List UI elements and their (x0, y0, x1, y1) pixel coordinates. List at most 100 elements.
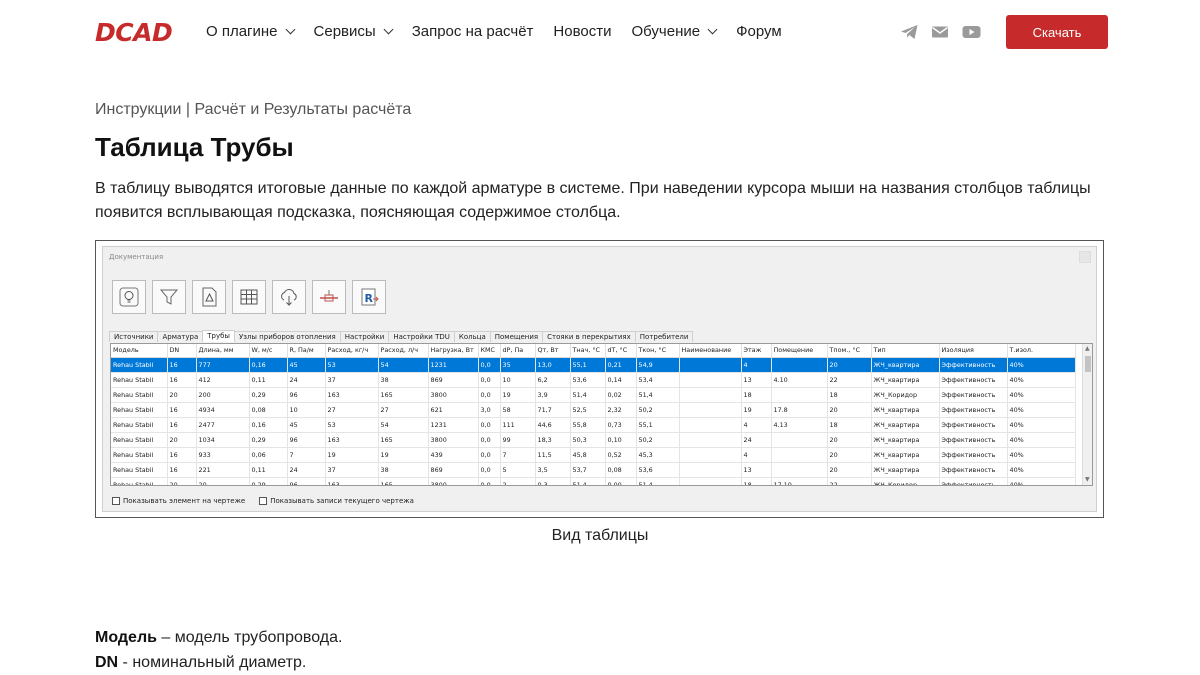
tab-item[interactable]: Арматура (157, 331, 204, 342)
table-cell: ЖЧ_квартира (871, 357, 940, 373)
column-header[interactable]: dP, Па (500, 344, 536, 358)
pipe-icon[interactable] (312, 280, 346, 314)
vertical-scrollbar[interactable]: ▲ ▼ (1082, 344, 1092, 485)
table-row[interactable]: Rehau Stabil 16 4934 0,08 10 27 27 621 3,0 58 71,7… (111, 402, 1076, 418)
tab-item[interactable]: Потребители (634, 331, 694, 342)
table-cell: 7 (287, 447, 326, 463)
cloud-download-icon[interactable] (272, 280, 306, 314)
tab-item[interactable]: Помещения (489, 331, 544, 342)
table-cell: 45,3 (636, 447, 680, 463)
column-header[interactable]: Наименование (679, 344, 742, 358)
column-header[interactable]: Tнач, °C (570, 344, 606, 358)
column-header[interactable]: Изоляция (939, 344, 1008, 358)
checkbox-box[interactable] (259, 497, 268, 505)
table-cell: 0,29 (249, 477, 288, 485)
table-cell: 0,0 (478, 432, 501, 448)
column-header[interactable]: W, м/с (249, 344, 288, 358)
table-icon[interactable] (232, 280, 266, 314)
close-icon[interactable] (1079, 251, 1091, 263)
column-header[interactable]: DN (167, 344, 197, 358)
table-row[interactable]: Rehau Stabil 16 2477 0,16 45 53 54 1231 0,0 111 44… (111, 417, 1076, 433)
breadcrumb[interactable]: Инструкции | Расчёт и Результаты расчёта (95, 101, 411, 119)
download-button[interactable]: Скачать (1006, 15, 1108, 49)
nav-item-calc-request[interactable]: Запрос на расчёт (412, 23, 534, 40)
table-cell (679, 357, 742, 373)
telegram-icon[interactable] (900, 24, 919, 40)
scroll-up-icon[interactable]: ▲ (1085, 346, 1090, 352)
scroll-down-icon[interactable]: ▼ (1085, 477, 1090, 483)
table-cell: 439 (428, 447, 479, 463)
column-header[interactable]: Тип (871, 344, 940, 358)
column-header[interactable]: Tкон, °C (636, 344, 680, 358)
table-cell: 53 (325, 357, 379, 373)
tab-item[interactable]: Узлы приборов отопления (233, 331, 341, 342)
column-header[interactable]: Помещение (771, 344, 828, 358)
chevron-down-icon (707, 24, 718, 35)
column-header[interactable]: Длина, мм (196, 344, 250, 358)
nav-item-about[interactable]: О плагине (206, 23, 295, 40)
table-cell (679, 372, 742, 388)
table-cell: 16 (167, 372, 197, 388)
table-cell: ЖЧ_Коридор (871, 387, 940, 403)
nav-item-services[interactable]: Сервисы (314, 23, 394, 40)
funnel-icon[interactable] (152, 280, 186, 314)
column-header[interactable]: R, Па/м (287, 344, 326, 358)
tab-item[interactable]: Кольца (453, 331, 491, 342)
nav-item-label: Запрос на расчёт (411, 23, 534, 40)
show-current-drawing-checkbox[interactable]: Показывать записи текущего чертежа (259, 497, 414, 505)
table-cell: 53,4 (636, 372, 680, 388)
table-cell: 0,08 (249, 402, 288, 418)
table-cell: 53 (325, 417, 379, 433)
table-cell: 13,0 (535, 357, 571, 373)
table-cell: 52,5 (570, 402, 606, 418)
show-element-checkbox[interactable]: Показывать элемент на чертеже (112, 497, 245, 505)
nav-item-forum[interactable]: Форум (736, 23, 782, 40)
table-cell (771, 432, 828, 448)
column-header[interactable]: Расход, кг/ч (325, 344, 379, 358)
table-cell: Эффективность (939, 387, 1008, 403)
nav-item-learning[interactable]: Обучение (631, 23, 718, 40)
mail-icon[interactable] (931, 24, 950, 40)
table-row[interactable]: Rehau Stabil 16 933 0,06 7 19 19 439 0,0 7 11,5 45,… (111, 447, 1076, 463)
definition-separator: – (156, 629, 175, 646)
nav-item-news[interactable]: Новости (553, 23, 611, 40)
youtube-icon[interactable] (962, 24, 981, 40)
table-row[interactable]: Rehau Stabil 20 1034 0,29 96 163 165 3800 0,0 99 1… (111, 432, 1076, 448)
table-row[interactable]: Rehau Stabil 20 200 0,29 96 163 165 3800 0,0 19 3,… (111, 387, 1076, 403)
table-cell: 5 (500, 462, 536, 478)
main-nav: О плагине Сервисы Запрос на расчёт Новос… (206, 23, 802, 40)
warning-doc-icon[interactable] (192, 280, 226, 314)
table-row[interactable]: Rehau Stabil 16 221 0,11 24 37 38 869 0,0 5 3,5 53,… (111, 462, 1076, 478)
table-cell: 0,00 (605, 477, 637, 485)
column-header[interactable]: dT, °C (605, 344, 637, 358)
column-header[interactable]: КМС (478, 344, 501, 358)
tab-item[interactable]: Настройки (339, 331, 390, 342)
tab-item[interactable]: Трубы (202, 330, 235, 342)
column-header[interactable]: Модель (111, 344, 168, 358)
table-cell: 18 (741, 387, 772, 403)
tab-item[interactable]: Настройки TDU (388, 331, 455, 342)
table-cell: 0,3 (535, 477, 571, 485)
table-row[interactable]: Rehau Stabil 16 412 0,11 24 37 38 869 0,0 10 6,2 53… (111, 372, 1076, 388)
table-row[interactable]: Rehau Stabil 16 777 0,16 45 53 54 1231 0,0 35 13,0… (111, 357, 1076, 373)
table-cell: 0,0 (478, 372, 501, 388)
revit-export-icon[interactable]: R (352, 280, 386, 314)
lightbulb-icon[interactable] (112, 280, 146, 314)
column-header[interactable]: Tпом., °C (827, 344, 872, 358)
tab-item[interactable]: Источники (109, 331, 159, 342)
dcad-logo[interactable]: DCAD (95, 18, 173, 47)
table-cell: 2477 (196, 417, 250, 433)
table-cell: 37 (325, 372, 379, 388)
column-header[interactable]: Qт, Вт (535, 344, 571, 358)
documentation-window: Документация R Источники Арматура Трубы … (102, 246, 1097, 512)
scroll-thumb[interactable] (1085, 356, 1091, 372)
checkbox-box[interactable] (112, 497, 120, 505)
table-cell: 4934 (196, 402, 250, 418)
column-header[interactable]: Расход, л/ч (378, 344, 429, 358)
table-row[interactable]: Rehau Stabil 20 20 0,29 96 163 165 3800 0,0 2 0,3 5… (111, 477, 1076, 485)
column-header[interactable]: Т.изол. (1007, 344, 1076, 358)
tab-item[interactable]: Стояки в перекрытиях (542, 331, 636, 342)
column-header[interactable]: Этаж (741, 344, 772, 358)
table-cell: 163 (325, 477, 379, 485)
column-header[interactable]: Нагрузка, Вт (428, 344, 479, 358)
